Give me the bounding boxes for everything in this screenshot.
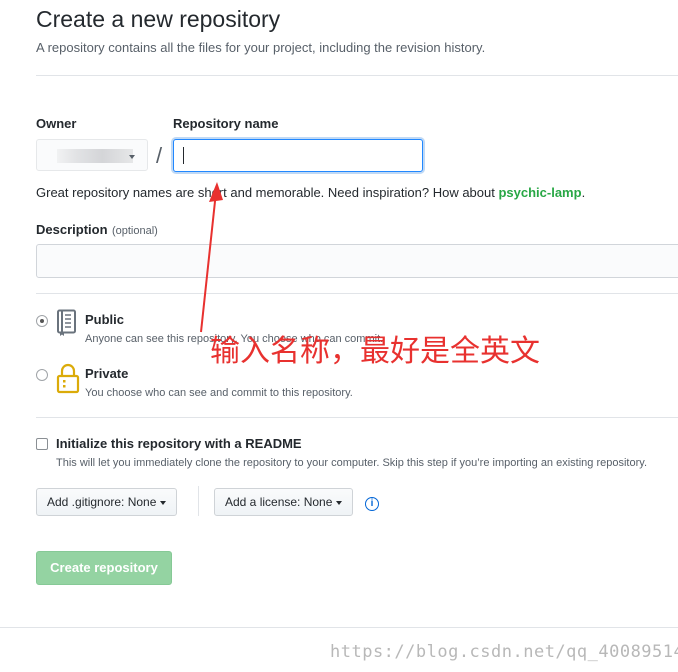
name-hint-text: Great repository names are short and mem… <box>36 185 499 200</box>
info-icon[interactable]: i <box>365 497 379 511</box>
public-title: Public <box>85 312 125 327</box>
page-title: Create a new repository <box>36 6 281 32</box>
repo-name-label: Repository name <box>173 116 279 131</box>
owner-avatar-name-blurred <box>57 149 133 163</box>
init-readme-description: This will let you immediately clone the … <box>56 457 647 469</box>
page-subtitle: A repository contains all the files for … <box>36 40 486 55</box>
chevron-down-icon <box>129 155 135 159</box>
watermark: https://blog.csdn.net/qq_40089514 <box>330 642 678 662</box>
private-title: Private <box>85 366 129 381</box>
annotation-text: 输入名称，最好是全英文 <box>210 334 540 369</box>
button-divider <box>198 486 199 516</box>
private-description: You choose who can see and commit to thi… <box>85 387 353 399</box>
description-input[interactable] <box>36 244 678 278</box>
footer-divider <box>0 627 678 628</box>
add-license-button[interactable]: Add a license: None <box>214 488 354 516</box>
text-cursor <box>183 147 184 164</box>
repo-book-icon <box>56 309 78 337</box>
create-repository-button[interactable]: Create repository <box>36 551 172 585</box>
name-hint: Great repository names are short and mem… <box>36 185 585 200</box>
private-radio[interactable] <box>36 369 48 381</box>
owner-repo-separator: / <box>156 143 163 168</box>
public-radio[interactable] <box>36 315 48 327</box>
name-hint-suffix: . <box>581 185 586 200</box>
lock-icon <box>56 362 80 394</box>
owner-select[interactable] <box>36 139 148 171</box>
chevron-down-icon <box>160 500 167 505</box>
init-readme-checkbox[interactable] <box>36 438 48 450</box>
description-optional: (optional) <box>111 225 158 237</box>
chevron-down-icon <box>336 500 343 505</box>
add-gitignore-label: Add .gitignore: None <box>47 495 157 509</box>
init-readme-title: Initialize this repository with a README <box>56 436 302 451</box>
add-license-label: Add a license: None <box>225 495 333 509</box>
repository-name-input[interactable] <box>173 139 423 172</box>
divider-init <box>36 417 678 418</box>
divider-top <box>36 75 678 76</box>
description-label-group: Description (optional) <box>36 221 158 239</box>
annotation-arrow-icon <box>200 182 223 333</box>
divider-visibility <box>36 293 678 294</box>
name-suggestion-link[interactable]: psychic-lamp <box>498 185 581 200</box>
description-label: Description <box>36 222 108 237</box>
add-gitignore-button[interactable]: Add .gitignore: None <box>36 488 178 516</box>
owner-label: Owner <box>36 116 77 131</box>
